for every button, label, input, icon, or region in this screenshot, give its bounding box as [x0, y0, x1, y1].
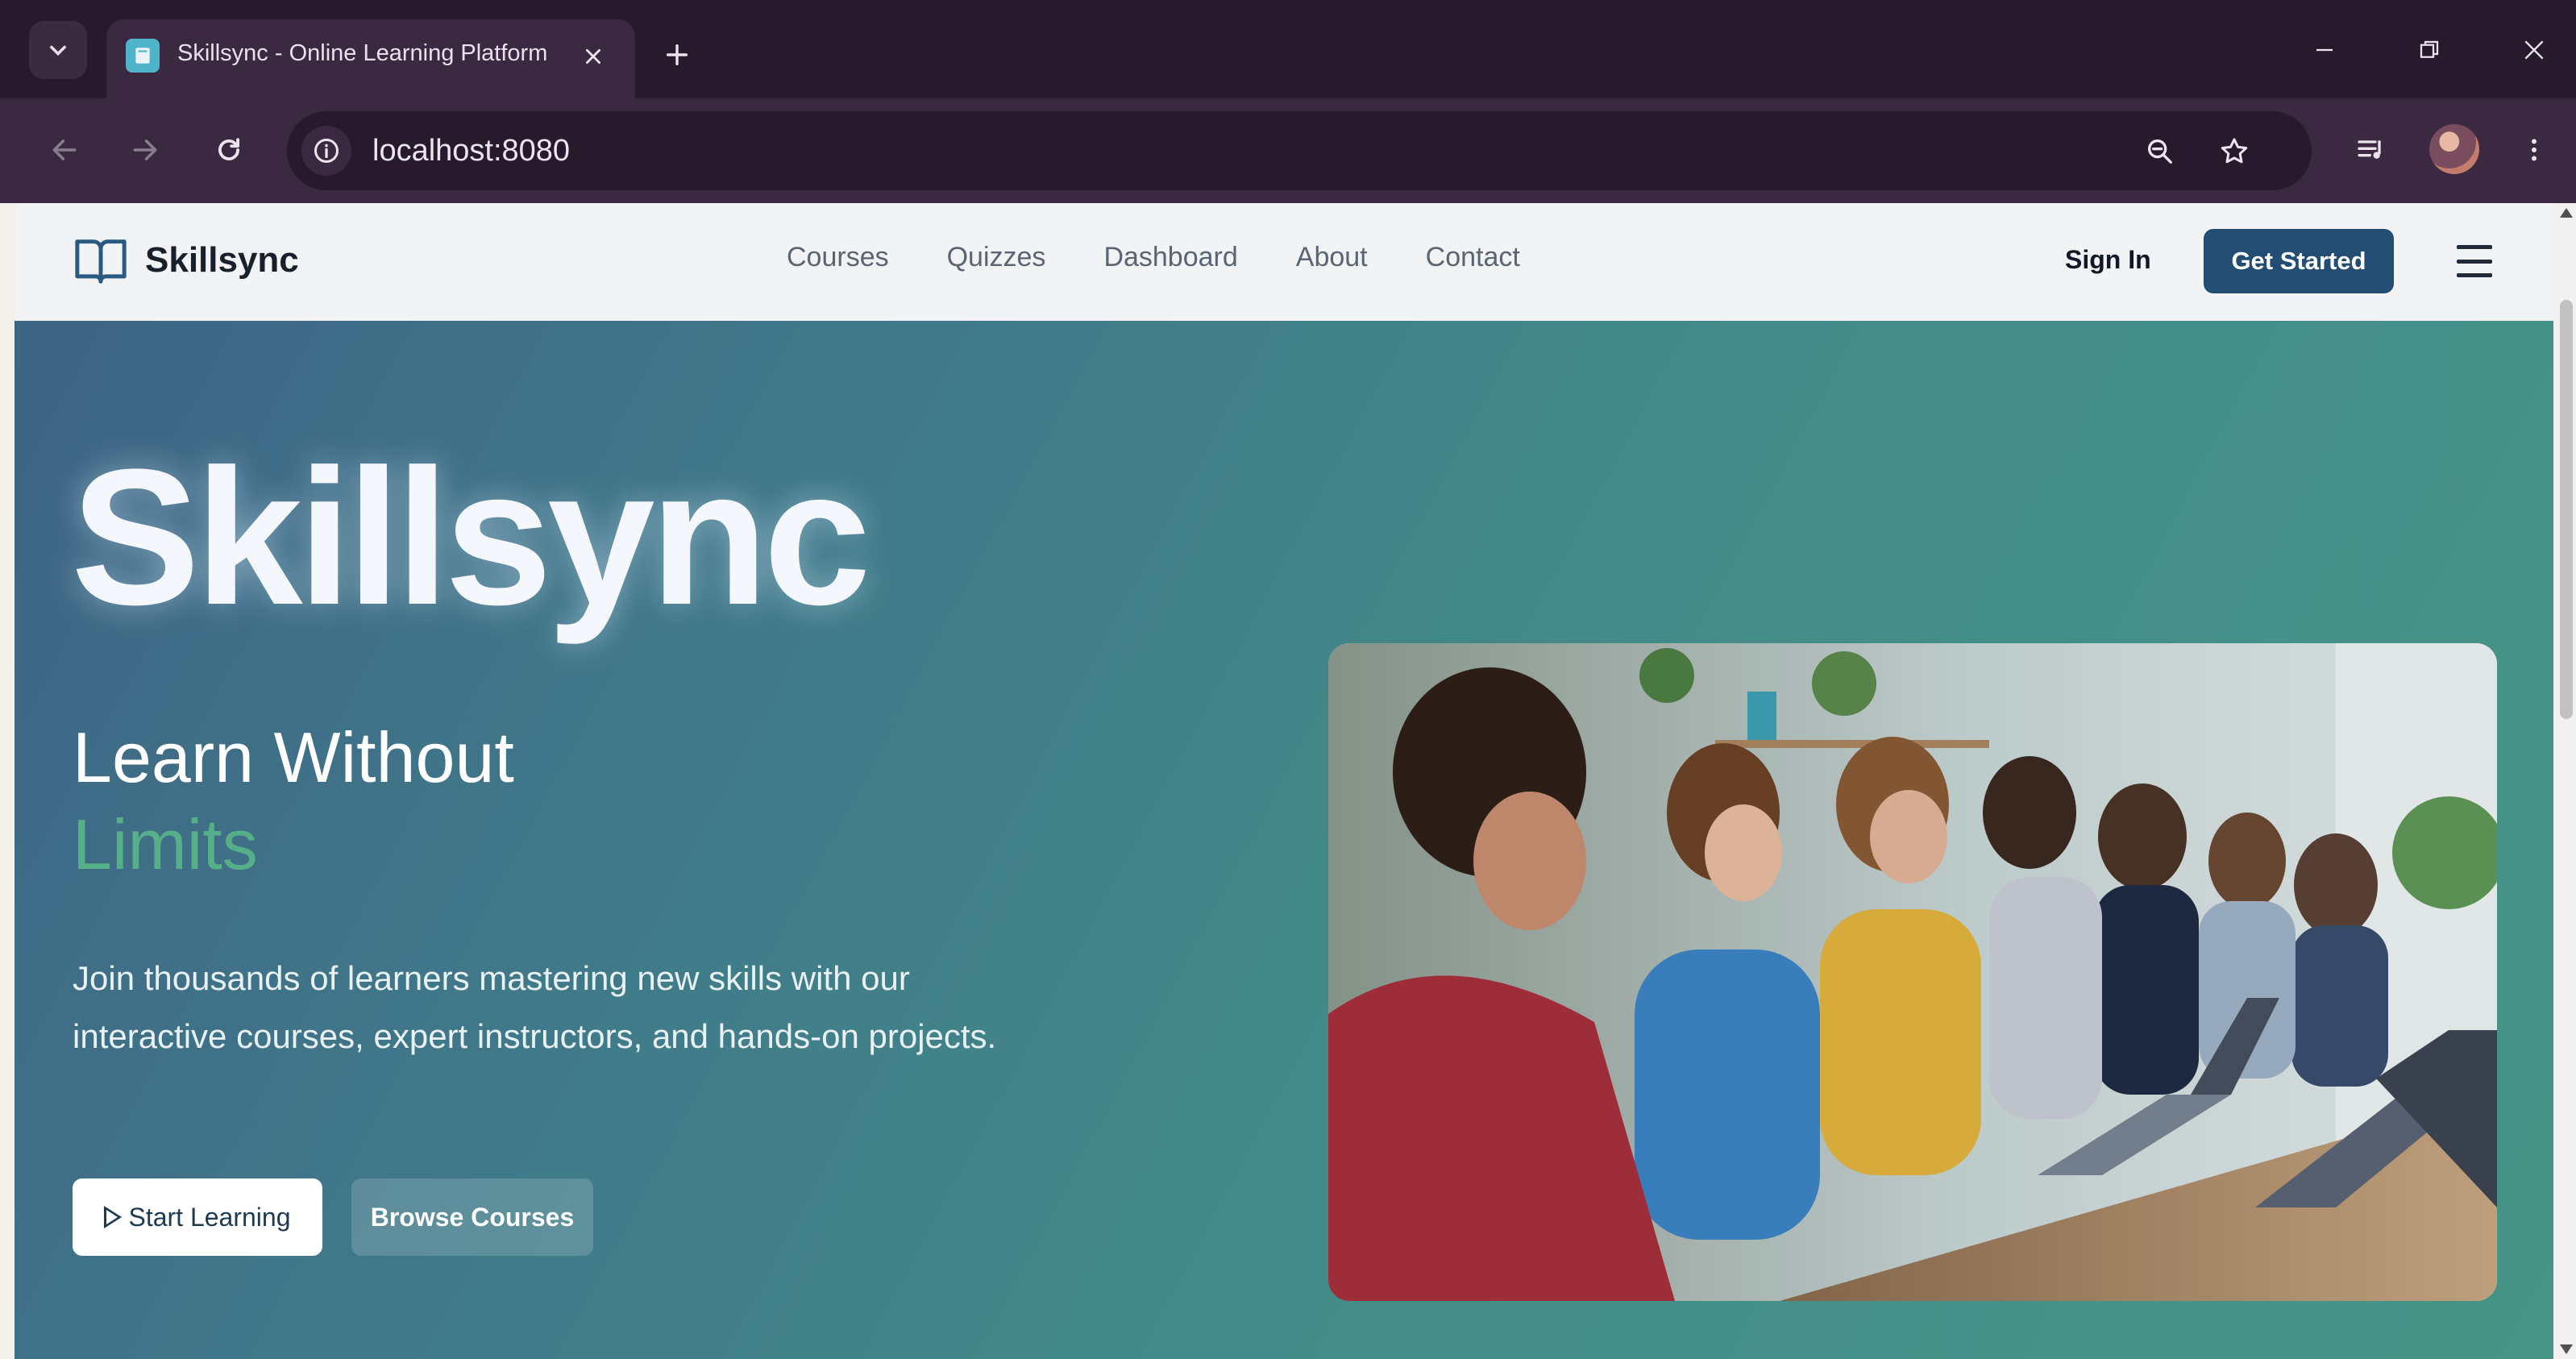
nav-contact[interactable]: Contact	[1426, 242, 1520, 273]
media-control-button[interactable]	[2345, 124, 2397, 176]
menu-icon-bar	[2457, 245, 2492, 249]
play-icon	[104, 1206, 123, 1228]
bookmark-button[interactable]	[2212, 129, 2257, 174]
star-icon	[2221, 138, 2248, 164]
info-icon	[314, 139, 339, 163]
playlist-icon	[2358, 140, 2381, 159]
site-header: Skillsync Courses Quizzes Dashboard Abou…	[15, 203, 2553, 322]
new-tab-button[interactable]	[654, 32, 700, 77]
close-icon	[2524, 40, 2544, 60]
nav-courses[interactable]: Courses	[787, 242, 889, 273]
arrow-left-icon	[52, 139, 77, 160]
hero-heading-accent: Limits	[73, 804, 258, 884]
reload-button[interactable]	[203, 124, 255, 176]
tab-strip: Skillsync - Online Learning Platform	[0, 0, 2576, 98]
url-text[interactable]: localhost:8080	[372, 134, 570, 168]
back-button[interactable]	[39, 124, 90, 176]
scroll-up-arrow[interactable]	[2560, 208, 2573, 218]
page-viewport: Skillsync Courses Quizzes Dashboard Abou…	[15, 203, 2553, 1359]
hero-brand-title: Skillsync	[71, 429, 871, 645]
close-icon	[586, 49, 600, 64]
hero-image	[1328, 643, 2497, 1301]
get-started-button[interactable]: Get Started	[2204, 229, 2394, 293]
menu-button[interactable]	[2457, 245, 2492, 277]
nav-dashboard[interactable]: Dashboard	[1103, 242, 1237, 273]
nav-quizzes[interactable]: Quizzes	[947, 242, 1046, 273]
plus-icon	[666, 44, 688, 66]
arrow-right-icon	[133, 139, 157, 160]
address-bar[interactable]: localhost:8080	[287, 111, 2312, 190]
hero-section: Skillsync Learn Without Limits Join thou…	[15, 321, 2553, 1359]
close-window-button[interactable]	[2508, 24, 2560, 76]
minimize-icon	[2316, 48, 2333, 52]
menu-icon-bar	[2457, 259, 2492, 264]
main-nav: Courses Quizzes Dashboard About Contact	[787, 242, 1578, 273]
more-vertical-icon	[2532, 139, 2537, 161]
hero-description: Join thousands of learners mastering new…	[73, 959, 997, 1055]
restore-button[interactable]	[2404, 24, 2455, 76]
site-logo[interactable]: Skillsync	[73, 234, 299, 287]
start-learning-label: Start Learning	[128, 1202, 291, 1232]
book-open-icon	[75, 239, 127, 284]
browser-menu-button[interactable]	[2508, 124, 2560, 176]
scroll-thumb[interactable]	[2560, 300, 2573, 719]
brand-name: Skillsync	[145, 240, 299, 280]
start-learning-button[interactable]: Start Learning	[73, 1178, 322, 1256]
site-info-button[interactable]	[301, 126, 351, 176]
menu-icon-bar	[2457, 273, 2492, 277]
restore-icon	[2420, 40, 2439, 58]
scroll-down-arrow[interactable]	[2560, 1344, 2573, 1354]
favicon-icon	[126, 39, 160, 73]
forward-button[interactable]	[119, 124, 171, 176]
page-scrollbar[interactable]	[2557, 203, 2576, 1359]
minimize-button[interactable]	[2299, 24, 2350, 76]
tab-title: Skillsync - Online Learning Platform	[177, 40, 548, 66]
zoom-out-icon	[2148, 139, 2172, 164]
browse-courses-button[interactable]: Browse Courses	[351, 1178, 593, 1256]
hero-heading: Learn Without	[73, 717, 514, 797]
browser-toolbar: localhost:8080	[0, 98, 2576, 203]
sign-in-link[interactable]: Sign In	[2065, 245, 2151, 275]
browser-frame: Skillsync - Online Learning Platform loc…	[0, 0, 2576, 203]
active-tab[interactable]: Skillsync - Online Learning Platform	[106, 19, 635, 98]
profile-avatar[interactable]	[2429, 124, 2479, 174]
zoom-button[interactable]	[2138, 129, 2183, 174]
tab-search-button[interactable]	[29, 21, 87, 79]
nav-about[interactable]: About	[1296, 242, 1368, 273]
students-at-laptops-illustration	[1328, 643, 2497, 1301]
reload-icon	[218, 138, 239, 160]
chevron-down-icon	[50, 45, 66, 56]
tab-close-button[interactable]	[574, 37, 613, 76]
